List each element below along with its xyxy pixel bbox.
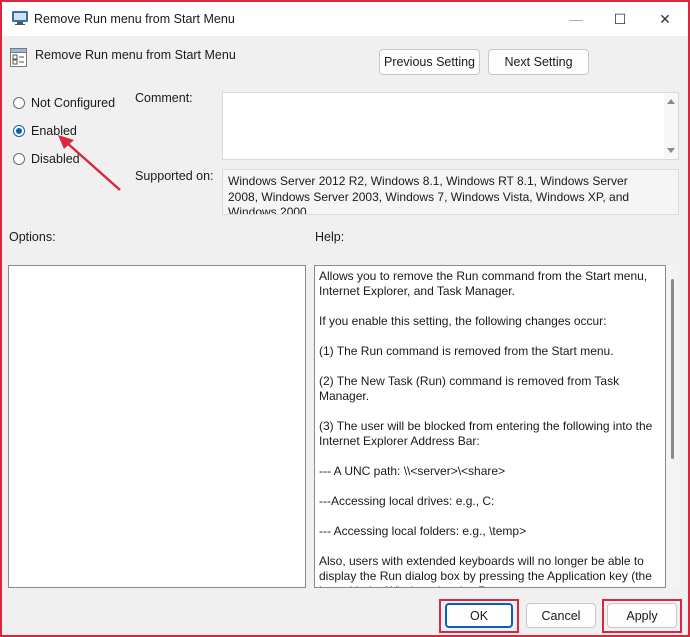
supported-on-field: Windows Server 2012 R2, Windows 8.1, Win…	[222, 169, 679, 215]
help-paragraph: --- A UNC path: \\<server>\<share>	[319, 464, 506, 478]
radio-not-configured[interactable]: Not Configured	[13, 96, 115, 110]
apply-button[interactable]: Apply	[607, 603, 677, 628]
help-paragraph: Also, users with extended keyboards will…	[319, 554, 652, 587]
supported-on-label: Supported on:	[135, 169, 214, 183]
next-setting-button[interactable]: Next Setting	[488, 49, 589, 75]
help-paragraph: ---Accessing local drives: e.g., C:	[319, 494, 495, 508]
scroll-down-icon[interactable]	[667, 148, 675, 153]
group-policy-icon	[12, 11, 28, 25]
title-bar: Remove Run menu from Start Menu — ☐ ✕	[2, 2, 688, 36]
help-paragraph: If you enable this setting, the followin…	[319, 314, 607, 328]
dialog-window: Remove Run menu from Start Menu — ☐ ✕ Re…	[0, 0, 690, 637]
radio-circle[interactable]	[13, 97, 25, 109]
options-panel	[8, 265, 306, 588]
cancel-button[interactable]: Cancel	[526, 603, 596, 628]
comment-scrollbar[interactable]	[664, 93, 678, 159]
close-icon: ✕	[659, 10, 671, 27]
help-paragraph: (1) The Run command is removed from the …	[319, 344, 614, 358]
maximize-button[interactable]: ☐	[603, 8, 637, 30]
supported-on-value: Windows Server 2012 R2, Windows 8.1, Win…	[228, 174, 630, 215]
comment-label: Comment:	[135, 91, 193, 105]
setting-name: Remove Run menu from Start Menu	[35, 48, 236, 62]
scroll-up-icon[interactable]	[667, 99, 675, 104]
help-paragraph: Allows you to remove the Run command fro…	[319, 269, 648, 298]
comment-textarea[interactable]	[222, 92, 679, 160]
radio-circle-selected[interactable]	[13, 125, 25, 137]
scrollbar-thumb[interactable]	[671, 279, 674, 459]
help-label: Help:	[315, 230, 345, 244]
radio-circle[interactable]	[13, 153, 25, 165]
window-title: Remove Run menu from Start Menu	[34, 12, 235, 26]
help-text-panel[interactable]: Allows you to remove the Run command fro…	[314, 265, 666, 588]
help-scrollbar[interactable]	[666, 265, 679, 588]
maximize-icon: ☐	[613, 10, 627, 27]
radio-not-configured-label: Not Configured	[31, 96, 116, 110]
help-paragraph: --- Accessing local folders: e.g., \temp…	[319, 524, 527, 538]
minimize-button[interactable]: —	[559, 8, 593, 30]
options-label: Options:	[9, 230, 56, 244]
annotation-arrow-icon	[58, 135, 121, 191]
policy-setting-icon	[10, 48, 27, 67]
close-button[interactable]: ✕	[648, 8, 682, 30]
ok-button[interactable]: OK	[445, 603, 513, 628]
help-paragraph: (2) The New Task (Run) command is remove…	[319, 374, 620, 403]
previous-setting-button[interactable]: Previous Setting	[379, 49, 480, 75]
help-paragraph: (3) The user will be blocked from enteri…	[319, 419, 653, 448]
minimize-icon: —	[569, 11, 583, 27]
